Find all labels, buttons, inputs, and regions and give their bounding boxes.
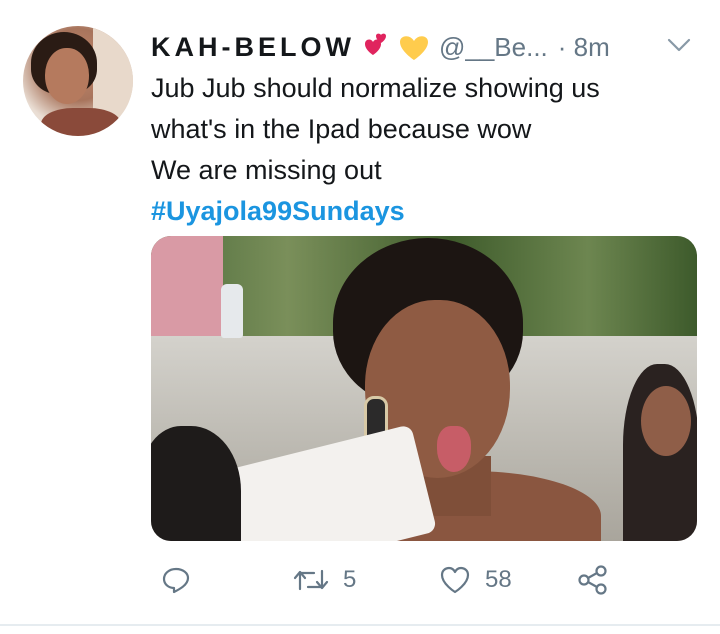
retweet-count: 5 (343, 566, 357, 593)
avatar-face (45, 48, 89, 104)
hashtag-link[interactable]: #Uyajola99Sundays (151, 191, 691, 232)
avatar-shirt (41, 108, 121, 136)
share-icon (577, 564, 609, 596)
yellow-heart-emoji (397, 32, 431, 62)
tweet-text: Jub Jub should normalize showing us what… (151, 68, 691, 232)
tweet-card[interactable]: KAH-BELOW @__Be... · 8m Jub Jub should n… (0, 0, 720, 634)
share-button[interactable] (577, 562, 609, 598)
handle[interactable]: @__Be... (439, 32, 548, 63)
photo-tongue (437, 426, 471, 472)
photo-person-right-face (641, 386, 691, 456)
divider (0, 624, 720, 626)
tweet-text-line: Jub Jub should normalize showing us (151, 73, 600, 103)
chevron-down-icon[interactable] (666, 36, 692, 54)
tweet-text-line: what's in the Ipad because wow (151, 114, 532, 144)
heart-icon (439, 565, 471, 595)
photo-person-left (151, 236, 223, 336)
reply-button[interactable] (161, 562, 205, 598)
timestamp[interactable]: · 8m (558, 32, 610, 63)
retweet-button[interactable]: 5 (293, 562, 356, 598)
tweet-actions: 5 58 (151, 562, 691, 598)
tweet-header: KAH-BELOW @__Be... · 8m (151, 28, 610, 66)
avatar[interactable] (23, 26, 133, 136)
reply-icon (161, 565, 191, 595)
photo-bottle (221, 284, 243, 338)
display-name[interactable]: KAH-BELOW (151, 32, 355, 63)
like-count: 58 (485, 566, 512, 593)
tweet-photo[interactable] (151, 236, 697, 541)
like-button[interactable]: 58 (439, 562, 512, 598)
tweet-text-line: We are missing out (151, 155, 382, 185)
retweet-icon (293, 565, 329, 595)
two-hearts-emoji (359, 32, 393, 62)
